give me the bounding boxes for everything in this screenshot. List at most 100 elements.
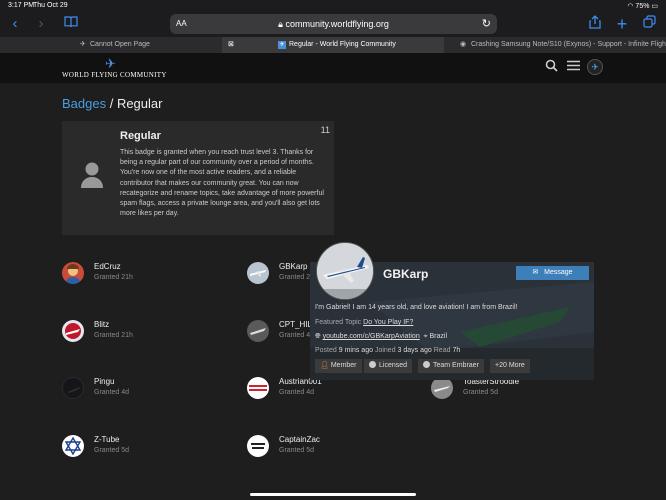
tab-cannot-open-page[interactable]: ✈ Cannot Open Page: [0, 37, 222, 53]
user-card-stats: Posted 9 mins ago Joined 3 days ago Read…: [315, 347, 460, 354]
avatar[interactable]: [247, 435, 269, 457]
share-icon[interactable]: [586, 15, 604, 33]
grantee-granted-time: Granted 5d: [279, 447, 315, 454]
address-bar[interactable]: AA 🔒︎ community.worldflying.org ↻: [170, 14, 497, 34]
battery-level: 75%: [635, 3, 650, 10]
grantee-name[interactable]: Pingu: [94, 377, 114, 386]
chip-label: Member: [330, 362, 357, 369]
avatar[interactable]: [431, 377, 453, 399]
grantee-item[interactable]: Austrian001 Granted 4d: [247, 377, 397, 405]
breadcrumb-current: Regular: [116, 96, 163, 111]
grantee-item[interactable]: EdCruz Granted 21h: [62, 262, 212, 290]
avatar[interactable]: [62, 377, 84, 399]
badge-chip-licensed[interactable]: Licensed: [364, 359, 413, 373]
tabs-overview-icon[interactable]: [640, 15, 658, 33]
current-user-avatar[interactable]: ✈: [587, 59, 603, 75]
grantee-name[interactable]: Blitz: [94, 320, 109, 329]
grantee-granted-time: Granted 4d: [279, 389, 315, 396]
plane-logo-icon: ✈: [105, 56, 116, 71]
badge-description: This badge is granted when you reach tru…: [120, 149, 324, 218]
chip-label: Team Embraer: [433, 362, 479, 369]
avatar[interactable]: [62, 262, 84, 284]
team-badge-icon: [423, 361, 430, 368]
logo-text: WORLD FLYING COMMUNITY: [62, 71, 167, 79]
lock-icon: 🔒︎: [278, 19, 283, 29]
search-icon[interactable]: [543, 59, 559, 75]
grantee-item[interactable]: ToasterStroodie Granted 5d: [431, 377, 581, 405]
wifi-icon: ◠: [627, 3, 634, 10]
user-card-avatar[interactable]: [316, 242, 374, 300]
grantee-granted-time: Granted 21h: [94, 274, 133, 281]
reload-icon[interactable]: ↻: [482, 17, 491, 30]
tab-regular[interactable]: ⊠ ✈ Regular - World Flying Community: [222, 37, 444, 53]
url-text: 🔒︎ community.worldflying.org: [170, 19, 497, 30]
browser-tab-strip: ✈ Cannot Open Page ⊠ ✈ Regular - World F…: [0, 37, 666, 53]
status-time: 3:17 PM: [8, 2, 35, 9]
user-card-username[interactable]: GBKarp: [383, 267, 428, 281]
badge-chip-member[interactable]: 👤︎ Member: [315, 359, 362, 373]
member-badge-icon: 👤︎: [320, 362, 329, 369]
forward-icon[interactable]: ›: [32, 15, 50, 33]
user-card-bio: I'm Gabriel! I am 14 years old, and love…: [315, 304, 518, 311]
grantee-granted-time: Granted 5d: [94, 447, 130, 454]
more-badges-button[interactable]: +20 More: [490, 359, 530, 373]
breadcrumb-badges-link[interactable]: Badges: [62, 96, 106, 111]
grantee-name[interactable]: EdCruz: [94, 262, 121, 271]
avatar[interactable]: [62, 435, 84, 457]
badge-card: 11 Regular This badge is granted when yo…: [62, 121, 334, 235]
message-button[interactable]: ✉ Message: [516, 266, 589, 280]
hamburger-menu-icon[interactable]: [565, 59, 581, 75]
grantee-granted-time: Granted 4d: [94, 389, 130, 396]
avatar[interactable]: [247, 320, 269, 342]
browser-toolbar: ‹ › AA 🔒︎ community.worldflying.org ↻ +: [0, 11, 666, 37]
tab-label: Regular - World Flying Community: [289, 41, 396, 48]
back-icon[interactable]: ‹: [6, 15, 24, 33]
status-date: Thu Oct 29: [33, 2, 68, 9]
chip-label: Licensed: [379, 362, 408, 369]
site-logo[interactable]: ✈ WORLD FLYING COMMUNITY: [62, 56, 172, 81]
avatar[interactable]: [62, 320, 84, 342]
grantee-item[interactable]: Z-Tube Granted 5d: [62, 435, 212, 463]
grantee-item[interactable]: Blitz Granted 21h: [62, 320, 212, 348]
featured-topic-link[interactable]: Do You Play IF?: [363, 319, 413, 326]
home-indicator[interactable]: [250, 493, 416, 496]
user-card-links: 🌐︎ youtube.com/c/GBKarpAviation ⌖ Brazil: [315, 333, 447, 341]
grantee-name[interactable]: GBKarp: [279, 262, 307, 271]
posted-label: Posted: [315, 347, 337, 354]
breadcrumb-separator: /: [106, 96, 117, 111]
close-tab-icon[interactable]: ⊠: [228, 37, 234, 53]
website-link[interactable]: youtube.com/c/GBKarpAviation: [323, 333, 420, 340]
grantee-granted-time: Granted 5d: [463, 389, 499, 396]
tab-label: Crashing Samsung Note/S10 (Exynos) - Sup…: [471, 41, 666, 48]
avatar[interactable]: [247, 377, 269, 399]
joined-value: 3 days ago: [397, 347, 432, 354]
user-badge-icon: [79, 161, 105, 189]
envelope-icon: ✉: [532, 269, 539, 276]
joined-label: Joined: [374, 347, 396, 354]
new-tab-icon[interactable]: +: [613, 15, 631, 33]
badge-chip-team-embraer[interactable]: Team Embraer: [418, 359, 484, 373]
tab-favicon-icon: ✈: [80, 41, 86, 48]
grantee-name[interactable]: Z-Tube: [94, 435, 120, 444]
read-label: Read: [433, 347, 451, 354]
status-bar: 3:17 PM Thu Oct 29 ◠ 75% ▭: [0, 0, 666, 11]
grantee-name[interactable]: CaptainZac: [279, 435, 320, 444]
featured-topic-label: Featured Topic: [315, 319, 362, 326]
posted-value: 9 mins ago: [338, 347, 373, 354]
badge-grant-count: 11: [320, 125, 330, 135]
licensed-badge-icon: [369, 361, 376, 368]
chip-label: +20 More: [495, 362, 525, 369]
badge-title: Regular: [120, 130, 161, 142]
grantee-granted-time: Granted 21h: [94, 332, 133, 339]
avatar[interactable]: [247, 262, 269, 284]
grantee-granted-time: Granted 4: [279, 332, 311, 339]
bookmarks-icon[interactable]: [62, 15, 80, 33]
site-header: ✈ WORLD FLYING COMMUNITY ✈: [0, 53, 666, 83]
featured-topic: Featured Topic Do You Play IF?: [315, 319, 413, 326]
url-value: community.worldflying.org: [285, 19, 389, 29]
tab-favicon-icon: ✈: [278, 41, 286, 49]
grantee-item[interactable]: CaptainZac Granted 5d: [247, 435, 397, 463]
grantee-item[interactable]: Pingu Granted 4d: [62, 377, 212, 405]
location-pin-icon: ⌖: [423, 333, 428, 340]
tab-crashing-samsung[interactable]: ◉ Crashing Samsung Note/S10 (Exynos) - S…: [444, 37, 666, 53]
